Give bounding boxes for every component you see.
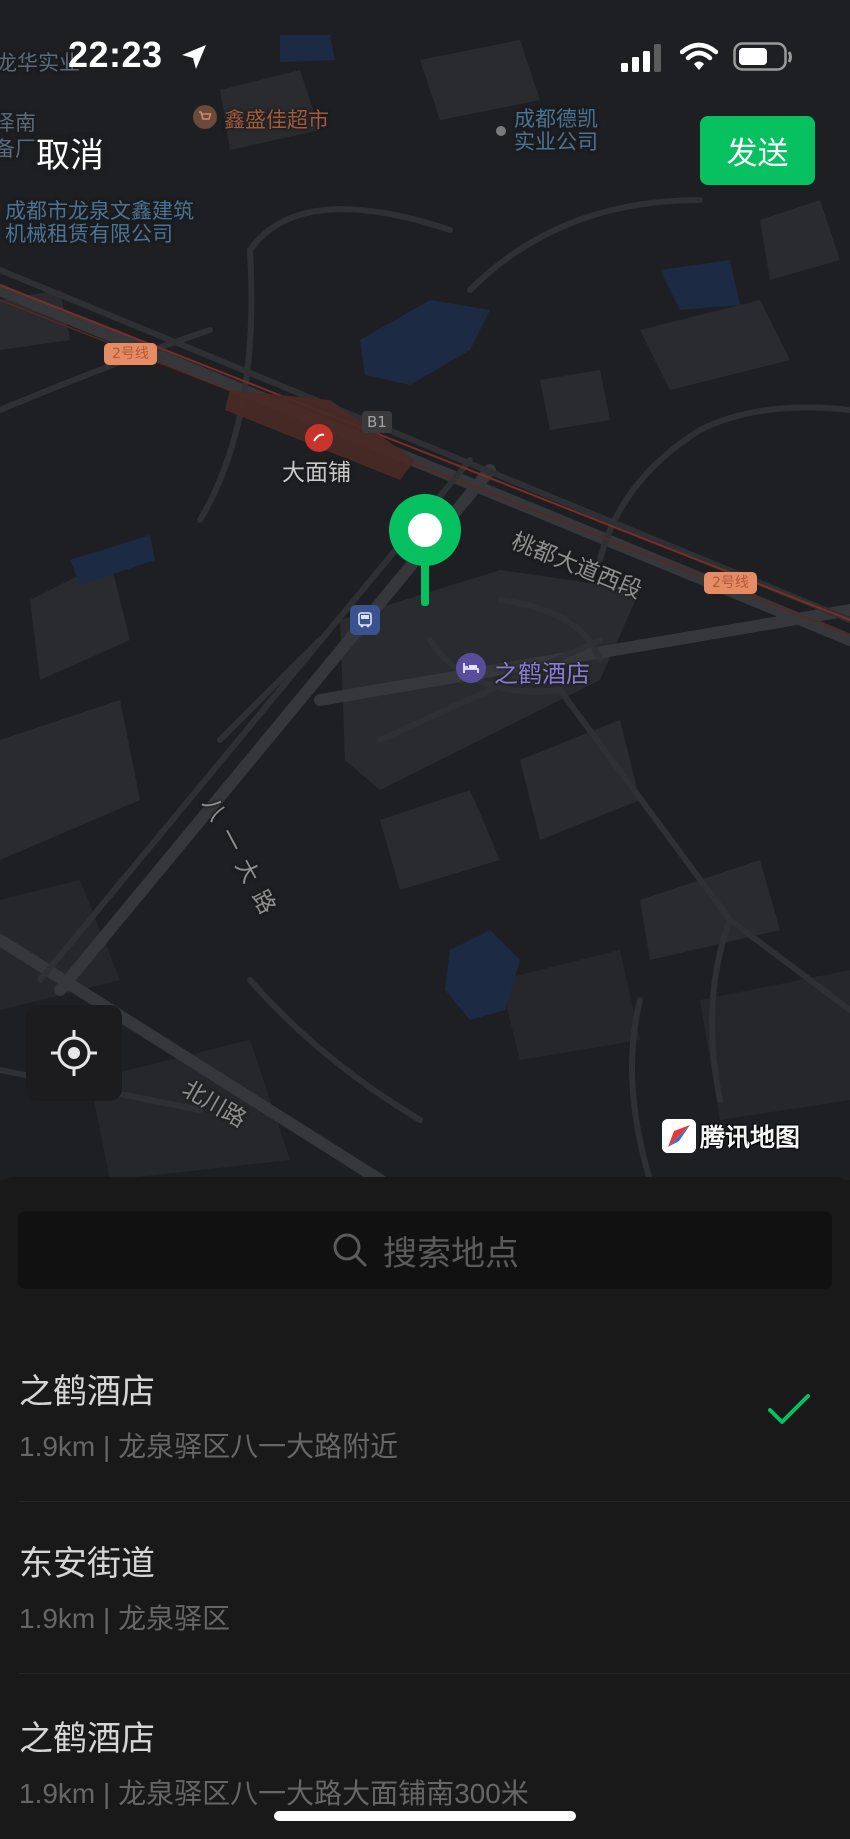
metro-exit-badge: B1 (362, 411, 392, 433)
home-indicator[interactable] (274, 1811, 576, 1821)
metro-station-icon[interactable] (305, 424, 333, 452)
search-icon (333, 1233, 367, 1267)
my-location-button[interactable] (26, 1005, 122, 1101)
map-brand-label: 腾讯地图 (700, 1123, 801, 1152)
metro-line-badge: 2号线 (704, 572, 757, 594)
hotel-icon[interactable] (456, 653, 486, 683)
place-detail: 1.9km | 龙泉驿区八一大路大面铺南300米 (19, 1778, 529, 1809)
map-label-company[interactable]: 成都德凯 实业公司 (514, 108, 598, 154)
crosshair-icon (51, 1030, 97, 1076)
place-list-item[interactable]: 东安街道 1.9km | 龙泉驿区 (0, 1502, 850, 1674)
selected-check-icon (768, 1394, 810, 1424)
map-label-hotel[interactable]: 之鹤酒店 (494, 654, 590, 689)
place-list-item[interactable]: 之鹤酒店 1.9km | 龙泉驿区八一大路附近 (0, 1330, 850, 1502)
place-name: 之鹤酒店 (19, 1372, 155, 1412)
map-label-partial: 泽南 (0, 111, 36, 135)
place-detail: 1.9km | 龙泉驿区八一大路附近 (19, 1431, 399, 1462)
location-pin-stick (421, 556, 429, 606)
cellular-signal-icon (621, 44, 661, 72)
search-placeholder: 搜索地点 (383, 1233, 519, 1274)
search-field[interactable]: 搜索地点 (18, 1211, 832, 1289)
place-name: 东安街道 (19, 1544, 155, 1584)
map-label-metro-station[interactable]: 大面铺 (282, 453, 351, 487)
divider (19, 1673, 850, 1674)
place-detail: 1.9km | 龙泉驿区 (19, 1603, 231, 1634)
wifi-icon (680, 42, 718, 70)
cancel-button[interactable]: 取消 (36, 128, 104, 177)
status-bar: 22:23 (0, 0, 850, 110)
metro-line-badge: 2号线 (104, 343, 157, 365)
location-picker-screen: 龙华实业 泽南 备厂 鑫盛佳超市 成都德凯 实业公司 成都市龙泉文鑫建筑 机械租… (0, 0, 850, 1839)
map-label-partial: 备厂 (0, 137, 36, 161)
status-time: 22:23 (68, 34, 163, 75)
bus-stop-icon[interactable] (350, 605, 380, 635)
map-label-company[interactable]: 成都市龙泉文鑫建筑 机械租赁有限公司 (5, 200, 194, 246)
send-button[interactable]: 发送 (700, 116, 815, 185)
battery-icon (733, 42, 792, 71)
location-arrow-icon (182, 45, 206, 69)
company-dot-icon (496, 126, 506, 136)
place-list-panel: 搜索地点 之鹤酒店 1.9km | 龙泉驿区八一大路附近 东安街道 1.9km … (0, 1177, 850, 1839)
place-name: 之鹤酒店 (19, 1719, 155, 1759)
tencent-map-logo-icon (662, 1119, 696, 1153)
map-brand: 腾讯地图 (662, 1118, 800, 1154)
